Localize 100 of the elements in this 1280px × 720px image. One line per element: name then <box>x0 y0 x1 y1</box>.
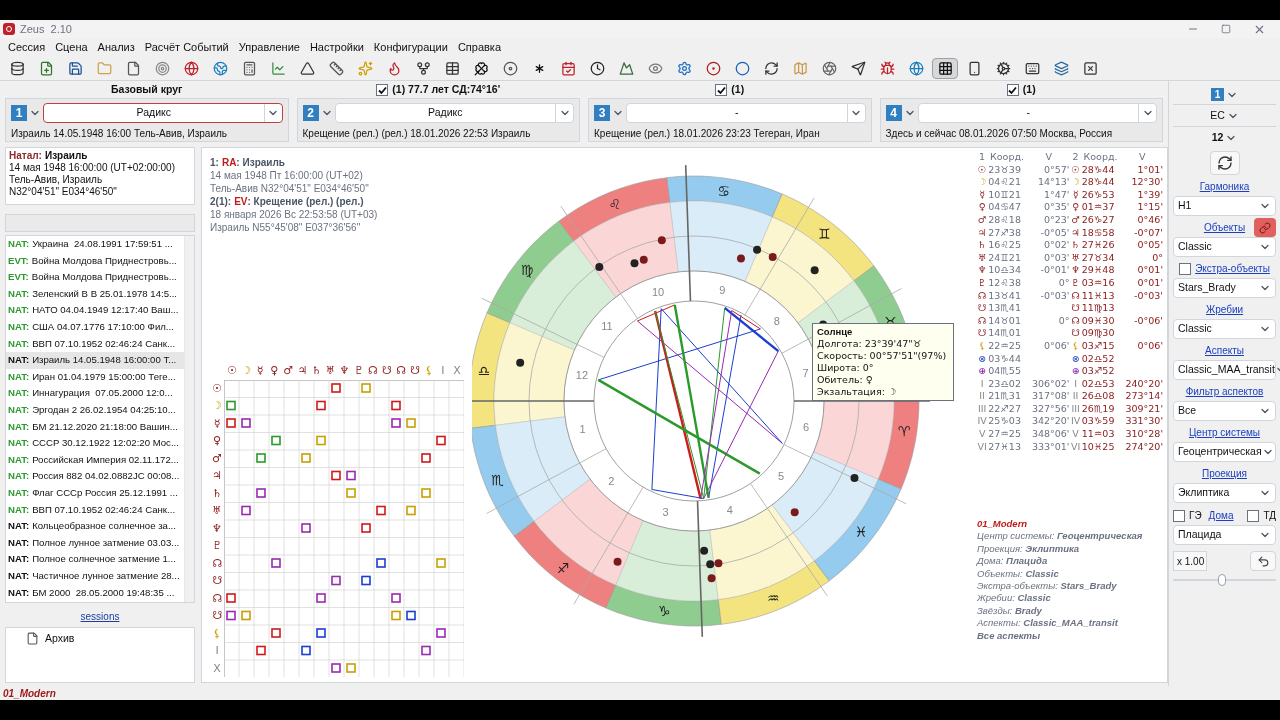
chart-list-item[interactable]: NAT: СССР 30.12.1922 12:02:20 Мос... <box>6 435 184 452</box>
table-cell-text: 23♎02 <box>987 377 1022 391</box>
chart-list-item[interactable]: NAT: Флаг СССр Россия 25.12.1991 ... <box>6 484 184 502</box>
section-select[interactable]: Stars_Brady <box>1173 278 1276 298</box>
table-cell-text: 10♎34 <box>987 264 1022 277</box>
houses-count-selector[interactable]: 12 <box>1211 130 1224 146</box>
zoom-field[interactable]: x 1.00 <box>1173 551 1207 571</box>
section-link[interactable]: Аспекты <box>1205 343 1244 358</box>
chart-list-item[interactable]: NAT: Зеленский В В 25.01.1978 14:5... <box>6 285 184 303</box>
menu-item[interactable]: Анализ <box>92 39 140 56</box>
settings-line: Звёзды: Brady <box>977 604 1043 618</box>
tree-item[interactable]: Архив <box>26 631 174 647</box>
chart-list-item[interactable]: NAT: Кольцеобразное солнечное за... <box>6 518 184 535</box>
menu-item[interactable]: Настройки <box>304 39 369 56</box>
section-link[interactable]: Фильтр аспектов <box>1185 384 1264 399</box>
settings-line: Дома: Плацида <box>977 555 1049 568</box>
chart-list-item[interactable]: NAT: БМ 2000 28.05.2000 19:48:35 ... <box>6 584 184 602</box>
chart-number-badge[interactable]: 1 <box>11 105 27 121</box>
object-glyph: ⊗ <box>977 352 988 366</box>
chart-type-select[interactable]: Радикс <box>43 103 283 123</box>
column-header: 1 <box>978 151 987 164</box>
aspect-column-header: ☋ <box>380 363 393 379</box>
chart-list-item[interactable]: NAT: Частичное лунное затмение 28... <box>6 567 184 585</box>
section-link[interactable]: Дома <box>1208 508 1234 523</box>
section-select[interactable]: Classic <box>1173 319 1276 339</box>
menu-item[interactable]: Сцена <box>50 39 93 56</box>
aspect-row-header: ☿ <box>212 415 222 432</box>
chart-list-item[interactable]: NAT: Эргодан 2 26.02.1954 04:25:10... <box>6 401 184 419</box>
chart-list-item[interactable]: NAT: Полное лунное затмение 03.03... <box>6 534 184 552</box>
checkbox[interactable] <box>1173 509 1185 522</box>
section-link[interactable]: Центр системы <box>1188 425 1261 440</box>
chart-type-select[interactable]: - <box>917 103 1157 123</box>
checkbox[interactable] <box>1247 509 1260 522</box>
slider-thumb[interactable] <box>1218 574 1227 586</box>
menu-item[interactable]: Управление <box>233 39 305 56</box>
menu-item[interactable]: Справка <box>452 39 507 56</box>
sessions-link[interactable]: sessions <box>5 609 195 624</box>
chart-list-item[interactable]: NAT: Иран 01.04.1979 15:00:00 Теге... <box>6 368 184 386</box>
zodiac-selector[interactable]: EC <box>1210 107 1225 124</box>
chart-list-item[interactable]: NAT: Украина 24.08.1991 17:59:51 ... <box>6 236 184 253</box>
section-link[interactable]: Жребии <box>1205 302 1244 317</box>
chart-list-item[interactable]: NAT: США 04.07.1776 17:10:00 Фил... <box>6 318 184 336</box>
checkbox[interactable] <box>376 84 389 96</box>
chart-list-item[interactable]: NAT: Россия 882 04.02.0882JC 00:08... <box>6 468 184 485</box>
chart-list-text: БМ 21.12.2020 21:18:00 Вашин... <box>32 419 178 434</box>
column-header: V <box>1137 151 1147 164</box>
column-header: Коорд. <box>1082 151 1119 164</box>
undo-button[interactable] <box>1250 551 1276 571</box>
menu-item[interactable]: Сессия <box>3 39 51 56</box>
chart-number-badge[interactable]: 4 <box>885 105 902 121</box>
checkbox[interactable] <box>1006 84 1019 96</box>
chart-number-badge[interactable]: 2 <box>302 105 319 121</box>
table-cell-text: 29♓48 <box>1080 264 1116 277</box>
table-cell-text: 27♓26 <box>1080 239 1116 252</box>
chart-list-item[interactable]: NAT: Иннагурация 07.05.2000 12:0... <box>6 385 184 402</box>
section-link[interactable]: Проекция <box>1202 466 1247 481</box>
menu-item[interactable]: Расчёт Событий <box>139 39 234 56</box>
chart-list-item[interactable]: NAT: БМ 21.12.2020 21:18:00 Вашин... <box>6 418 184 436</box>
section-link[interactable]: Экстра-объекты <box>1195 261 1270 276</box>
section-select[interactable]: H1 <box>1173 196 1276 216</box>
table-cell-text: 0° <box>1057 314 1071 328</box>
checkbox[interactable] <box>1179 262 1192 275</box>
chart-list-item[interactable]: NAT: ВВП 07.10.1952 02:46:24 Санк... <box>6 335 184 353</box>
chart-list-item[interactable]: NAT: Израиль 14.05.1948 16:00:00 Т... <box>6 352 184 369</box>
section-select[interactable]: Classic <box>1173 237 1276 257</box>
zodiac-sign: ♋ <box>717 183 730 200</box>
chart-list-item[interactable]: NAT: НАТО 04.04.1949 12:17:40 Ваш... <box>6 302 184 319</box>
menu-item[interactable]: Конфигурации <box>368 39 453 56</box>
object-glyph: ⚸ <box>1071 339 1081 353</box>
chart-number-badge[interactable]: 3 <box>594 105 610 121</box>
section-select[interactable]: Все <box>1173 401 1276 421</box>
chart-list-item[interactable]: NAT: Российская Империя 02.11.172... <box>6 451 184 469</box>
section-select[interactable]: Геоцентрическая <box>1173 442 1276 462</box>
section-select[interactable]: Эклиптика <box>1173 483 1276 503</box>
natal-detail: N32°04'51" E034°46'50" <box>9 186 118 198</box>
refresh-button[interactable] <box>1209 151 1240 175</box>
section-link[interactable]: Гармоника <box>1199 179 1250 194</box>
zoom-slider[interactable] <box>1173 574 1276 586</box>
search-field[interactable] <box>5 214 195 232</box>
aspect-column-header: ☋ <box>408 363 421 379</box>
object-glyph: ☽ <box>977 176 988 189</box>
chart-list-item[interactable]: NAT: ВВП 07.10.1952 02:46:24 Санк... <box>6 501 184 519</box>
table-cell-text: 0°23' <box>1043 213 1071 227</box>
table-cell-text: 09♍30 <box>1080 327 1116 340</box>
chart-list-item[interactable]: EVT: Война Молдова Приднестровь... <box>6 269 184 286</box>
checkbox[interactable] <box>715 84 728 96</box>
chart-list-item[interactable]: NAT: Полное солнечное затмение 1... <box>6 551 184 568</box>
toolbar-button[interactable] <box>932 58 958 79</box>
chart-list-item[interactable]: EVT: Война Молдова Приднестровь... <box>6 252 184 270</box>
chart-number-badge[interactable]: 1 <box>1211 88 1224 101</box>
object-glyph: ♀ <box>1071 201 1081 214</box>
chart-detail: 14 мая 1948 Пт 16:00:00 (UT+02) <box>210 169 364 182</box>
scrollbar[interactable] <box>184 236 194 602</box>
chart-type-select[interactable]: Радикс <box>334 103 574 123</box>
table-cell-text: 27♒25 <box>987 428 1022 441</box>
eye-icon <box>647 61 663 76</box>
chart-type-select[interactable]: - <box>626 103 866 123</box>
houses-select[interactable]: Плацида <box>1173 525 1276 545</box>
link-toggle[interactable] <box>1254 218 1276 237</box>
section-link[interactable]: Объекты <box>1203 220 1246 235</box>
